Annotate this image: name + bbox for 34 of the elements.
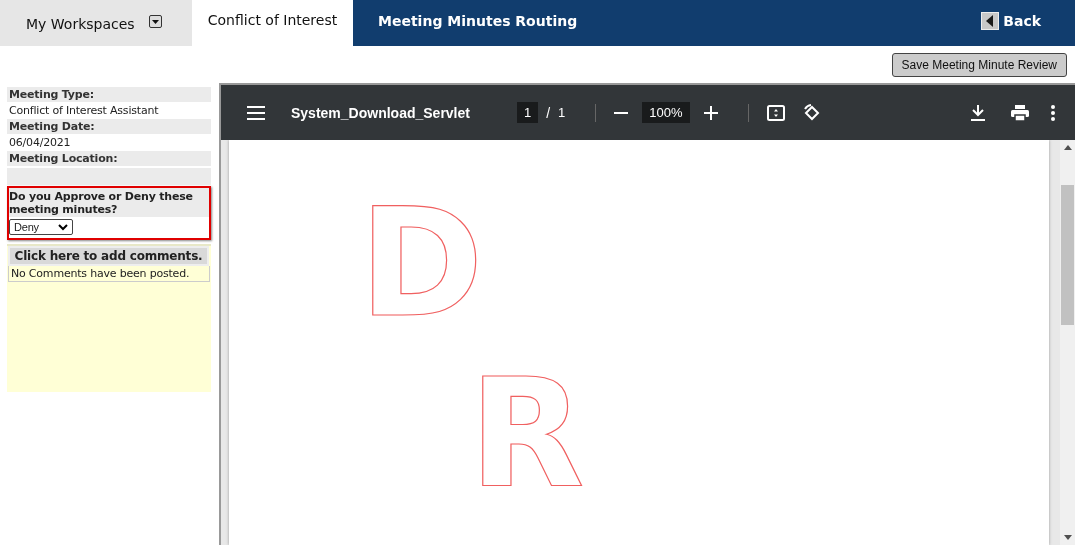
page-count: 1 xyxy=(558,105,566,120)
draft-watermark-letter: D xyxy=(359,188,484,338)
menu-icon[interactable] xyxy=(247,105,265,120)
field-label: Meeting Type: xyxy=(7,87,211,102)
nav-tab[interactable]: My Workspaces xyxy=(0,0,192,46)
save-button[interactable]: Save Meeting Minute Review xyxy=(891,52,1067,77)
dropdown-icon[interactable] xyxy=(148,14,162,28)
scroll-up-icon[interactable] xyxy=(1063,144,1072,150)
zoom-in-icon[interactable] xyxy=(703,105,718,120)
document-title: System_Download_Servlet xyxy=(291,104,470,121)
fit-page-icon[interactable] xyxy=(766,104,785,121)
page-title: Meeting Minutes Routing xyxy=(377,11,579,31)
rotate-icon[interactable] xyxy=(802,103,821,122)
approval-question: Do you Approve or Deny these meeting minutes? xyxy=(9,188,209,217)
back-button[interactable]: Back xyxy=(981,0,1041,46)
scrollbar-thumb[interactable] xyxy=(1061,185,1074,325)
zoom-field[interactable]: 100% xyxy=(642,102,690,123)
field-value: 06/04/2021 xyxy=(8,135,72,151)
field-label: Meeting Location: xyxy=(7,151,211,166)
nav-tab[interactable]: Conflict of Interest xyxy=(192,0,353,46)
download-icon[interactable] xyxy=(971,104,985,121)
field-value: Conflict of Interest Assistant xyxy=(8,103,160,119)
page-separator: / xyxy=(546,104,551,121)
page-number-field[interactable]: 1 xyxy=(516,102,539,123)
chevron-down-icon xyxy=(58,223,68,231)
more-options-icon[interactable] xyxy=(1051,104,1055,121)
add-comments-button[interactable]: Click here to add comments. xyxy=(8,246,209,266)
print-icon[interactable] xyxy=(1011,104,1029,121)
decision-select[interactable]: Deny xyxy=(9,219,73,235)
draft-watermark-letter: R xyxy=(469,358,585,508)
comments-message: No Comments have been posted. xyxy=(8,266,210,282)
scrollbar[interactable] xyxy=(1060,140,1075,545)
field-label: Meeting Date: xyxy=(7,119,211,134)
scroll-down-icon[interactable] xyxy=(1063,535,1072,541)
